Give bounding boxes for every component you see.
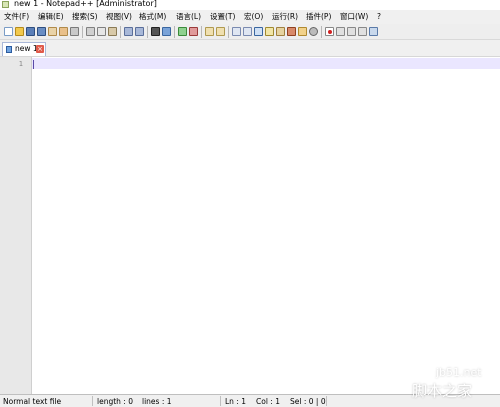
close-icon[interactable] bbox=[48, 27, 57, 36]
menu-window[interactable]: 窗口(W) bbox=[340, 12, 368, 22]
watermark-name: 脚本之家 bbox=[412, 382, 473, 400]
menu-plugins[interactable]: 插件(P) bbox=[306, 12, 331, 22]
status-divider bbox=[220, 396, 221, 406]
monitoring-icon[interactable] bbox=[309, 27, 318, 36]
status-divider bbox=[326, 396, 327, 406]
toolbar-separator bbox=[147, 26, 148, 38]
toolbar bbox=[0, 24, 500, 40]
menu-settings[interactable]: 设置(T) bbox=[210, 12, 235, 22]
menu-run[interactable]: 运行(R) bbox=[272, 12, 298, 22]
save-macro-icon[interactable] bbox=[369, 27, 378, 36]
indent-guide-icon[interactable] bbox=[254, 27, 263, 36]
close-all-icon[interactable] bbox=[59, 27, 68, 36]
line-number: 1 bbox=[18, 60, 23, 68]
window-title: new 1 - Notepad++ [Administrator] bbox=[14, 0, 157, 8]
tab-label: new 1 bbox=[15, 44, 38, 53]
function-list-icon[interactable] bbox=[287, 27, 296, 36]
editor-area[interactable]: 1 bbox=[0, 56, 500, 394]
menu-help[interactable]: ? bbox=[377, 12, 381, 22]
status-sel: Sel : 0 | 0 bbox=[290, 397, 326, 406]
toolbar-separator bbox=[321, 26, 322, 38]
current-line-highlight bbox=[32, 58, 500, 69]
menu-macro[interactable]: 宏(O) bbox=[244, 12, 263, 22]
word-wrap-icon[interactable] bbox=[232, 27, 241, 36]
user-define-language-icon[interactable] bbox=[265, 27, 274, 36]
record-macro-icon[interactable] bbox=[325, 27, 334, 36]
toolbar-separator bbox=[174, 26, 175, 38]
status-ln: Ln : 1 bbox=[225, 397, 246, 406]
replace-icon[interactable] bbox=[162, 27, 171, 36]
menu-search[interactable]: 搜索(S) bbox=[72, 12, 98, 22]
undo-icon[interactable] bbox=[124, 27, 133, 36]
sync-vertical-icon[interactable] bbox=[205, 27, 214, 36]
toolbar-separator bbox=[82, 26, 83, 38]
sync-horizontal-icon[interactable] bbox=[216, 27, 225, 36]
title-bar: new 1 - Notepad++ [Administrator] bbox=[0, 0, 500, 10]
document-icon bbox=[6, 46, 12, 53]
zoom-in-icon[interactable] bbox=[178, 27, 187, 36]
menu-file[interactable]: 文件(F) bbox=[4, 12, 29, 22]
show-all-chars-icon[interactable] bbox=[243, 27, 252, 36]
document-map-icon[interactable] bbox=[276, 27, 285, 36]
toolbar-separator bbox=[120, 26, 121, 38]
run-macro-multiple-icon[interactable] bbox=[358, 27, 367, 36]
menu-language[interactable]: 语言(L) bbox=[176, 12, 201, 22]
status-length: length : 0 bbox=[97, 397, 133, 406]
status-file-type: Normal text file bbox=[3, 397, 62, 406]
save-icon[interactable] bbox=[26, 27, 35, 36]
copy-icon[interactable] bbox=[97, 27, 106, 36]
paste-icon[interactable] bbox=[108, 27, 117, 36]
notepad-app-icon bbox=[2, 1, 9, 8]
tab-bar: new 1 × bbox=[0, 40, 500, 56]
status-lines: lines : 1 bbox=[142, 397, 172, 406]
stop-recording-icon[interactable] bbox=[336, 27, 345, 36]
new-file-icon[interactable] bbox=[4, 27, 13, 36]
folder-as-workspace-icon[interactable] bbox=[298, 27, 307, 36]
find-icon[interactable] bbox=[151, 27, 160, 36]
open-file-icon[interactable] bbox=[15, 27, 24, 36]
toolbar-separator bbox=[201, 26, 202, 38]
zoom-out-icon[interactable] bbox=[189, 27, 198, 36]
watermark-site: jb51.net bbox=[436, 366, 482, 379]
print-icon[interactable] bbox=[70, 27, 79, 36]
menu-bar: 文件(F) 编辑(E) 搜索(S) 视图(V) 格式(M) 语言(L) 设置(T… bbox=[0, 10, 500, 24]
text-cursor bbox=[33, 60, 34, 69]
menu-edit[interactable]: 编辑(E) bbox=[38, 12, 64, 22]
close-tab-icon[interactable]: × bbox=[36, 45, 44, 53]
playback-icon[interactable] bbox=[347, 27, 356, 36]
menu-view[interactable]: 视图(V) bbox=[106, 12, 132, 22]
save-all-icon[interactable] bbox=[37, 27, 46, 36]
tab-new-1[interactable]: new 1 × bbox=[2, 42, 46, 56]
cut-icon[interactable] bbox=[86, 27, 95, 36]
redo-icon[interactable] bbox=[135, 27, 144, 36]
status-col: Col : 1 bbox=[256, 397, 280, 406]
line-number-gutter: 1 bbox=[0, 57, 32, 394]
status-divider bbox=[92, 396, 93, 406]
menu-format[interactable]: 格式(M) bbox=[139, 12, 166, 22]
toolbar-separator bbox=[228, 26, 229, 38]
